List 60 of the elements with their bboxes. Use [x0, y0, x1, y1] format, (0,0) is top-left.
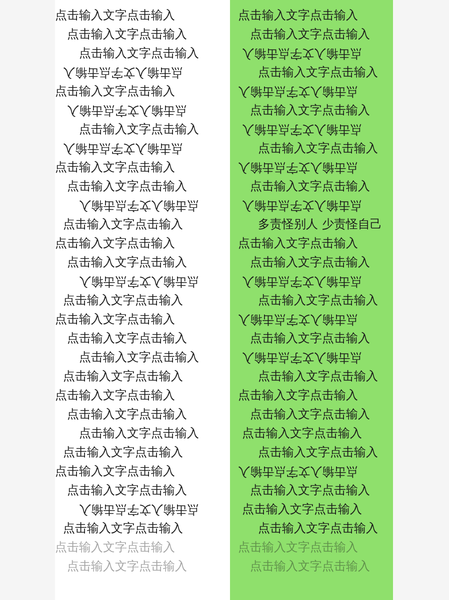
message-text: 点击输入文字点击输入 [55, 83, 175, 100]
message-text: 点击输入文字点击输入 [238, 464, 358, 481]
message-text: 点击输入文字点击输入 [238, 7, 358, 24]
message-text: 点击输入文字点击输入 [238, 84, 358, 101]
message-text: 点击输入文字点击输入 [63, 65, 183, 82]
message-text: 点击输入文字点击输入 [242, 425, 362, 442]
message-text: 点击输入文字点击输入 [55, 387, 175, 404]
message-text: 点击输入文字点击输入 [79, 502, 199, 519]
message-text: 点击输入文字点击输入 [67, 103, 187, 120]
message-text: 点击输入文字点击输入 [238, 539, 358, 556]
message-text: 点击输入文字点击输入 [79, 198, 199, 215]
message-text: 点击输入文字点击输入 [258, 444, 378, 461]
message-text: 点击输入文字点击输入 [79, 121, 199, 138]
message-text: 点击输入文字点击输入 [63, 141, 183, 158]
message-text: 点击输入文字点击输入 [258, 140, 378, 157]
message-text: 点击输入文字点击输入 [242, 122, 362, 139]
message-text: 点击输入文字点击输入 [242, 46, 362, 63]
message-text: 点击输入文字点击输入 [250, 26, 370, 43]
message-text: 点击输入文字点击输入 [238, 312, 358, 329]
message-text: 点击输入文字点击输入 [242, 274, 362, 291]
message-text: 点击输入文字点击输入 [250, 178, 370, 195]
message-text: 点击输入文字点击输入 [250, 102, 370, 119]
message-text: 点击输入文字点击输入 [79, 425, 199, 442]
message-text: 点击输入文字点击输入 [250, 406, 370, 423]
message-text: 点击输入文字点击输入 [258, 64, 378, 81]
message-text: 点击输入文字点击输入 [67, 482, 187, 499]
message-text: 点击输入文字点击输入 [63, 292, 183, 309]
message-text: 点击输入文字点击输入 [242, 198, 362, 215]
message-text: 点击输入文字点击输入 [242, 501, 362, 518]
message-text: 点击输入文字点击输入 [63, 520, 183, 537]
message-text: 点击输入文字点击输入 [55, 235, 175, 252]
message-text: 多责怪别人 少责怪自己 [258, 216, 382, 233]
message-text: 点击输入文字点击输入 [79, 45, 199, 62]
message-text: 点击输入文字点击输入 [250, 330, 370, 347]
message-text: 点击输入文字点击输入 [55, 539, 175, 556]
message-text: 点击输入文字点击输入 [238, 387, 358, 404]
message-text: 点击输入文字点击输入 [63, 368, 183, 385]
message-text: 点击输入文字点击输入 [63, 444, 183, 461]
message-text: 点击输入文字点击输入 [67, 254, 187, 271]
message-text: 点击输入文字点击输入 [67, 330, 187, 347]
message-text: 点击输入文字点击输入 [67, 178, 187, 195]
message-text: 点击输入文字点击输入 [258, 292, 378, 309]
message-text: 点击输入文字点击输入 [242, 350, 362, 367]
message-text: 点击输入文字点击输入 [55, 7, 175, 24]
message-text: 点击输入文字点击输入 [250, 558, 370, 575]
message-text: 点击输入文字点击输入 [67, 406, 187, 423]
message-text: 点击输入文字点击输入 [67, 26, 187, 43]
message-text: 点击输入文字点击输入 [55, 159, 175, 176]
message-text: 点击输入文字点击输入 [258, 368, 378, 385]
message-text: 点击输入文字点击输入 [250, 254, 370, 271]
message-text: 点击输入文字点击输入 [79, 274, 199, 291]
message-text: 点击输入文字点击输入 [63, 216, 183, 233]
message-text: 点击输入文字点击输入 [258, 520, 378, 537]
message-text: 点击输入文字点击输入 [238, 235, 358, 252]
message-text: 点击输入文字点击输入 [238, 160, 358, 177]
message-text: 点击输入文字点击输入 [67, 558, 187, 575]
message-text: 点击输入文字点击输入 [250, 482, 370, 499]
message-text: 点击输入文字点击输入 [55, 463, 175, 480]
message-text: 点击输入文字点击输入 [55, 311, 175, 328]
message-text: 点击输入文字点击输入 [79, 349, 199, 366]
